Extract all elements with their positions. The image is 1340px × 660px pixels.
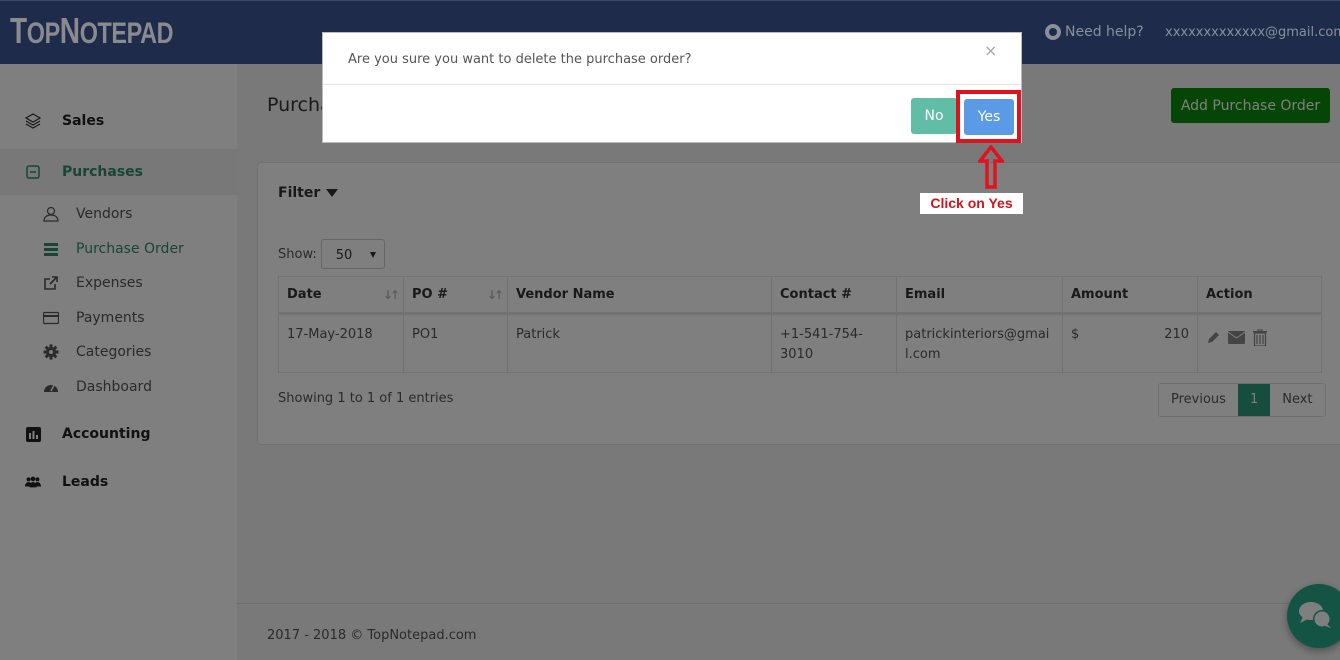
modal-backdrop[interactable] bbox=[0, 64, 1340, 660]
close-icon[interactable]: × bbox=[984, 41, 997, 60]
modal-message: Are you sure you want to delete the purc… bbox=[348, 52, 692, 67]
no-button[interactable]: No bbox=[911, 98, 957, 134]
need-help-link[interactable]: Need help? bbox=[1045, 24, 1144, 40]
annotation-up-arrow-icon bbox=[978, 145, 1004, 189]
delete-confirm-modal: Are you sure you want to delete the purc… bbox=[322, 32, 1022, 143]
modal-divider bbox=[323, 84, 1021, 85]
user-email: xxxxxxxxxxxxx@gmail.com bbox=[1165, 25, 1340, 40]
app-logo[interactable]: TOPNOTEPAD bbox=[10, 10, 174, 52]
lifebuoy-icon bbox=[1045, 24, 1061, 40]
annotation-label: Click on Yes bbox=[920, 193, 1023, 214]
user-menu[interactable]: xxxxxxxxxxxxx@gmail.com bbox=[1165, 25, 1340, 40]
annotation-highlight-box bbox=[956, 90, 1021, 143]
need-help-label: Need help? bbox=[1065, 24, 1144, 40]
